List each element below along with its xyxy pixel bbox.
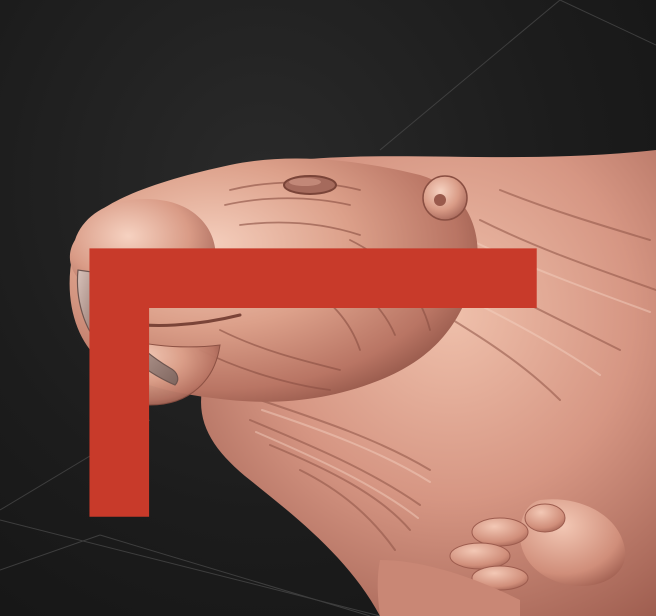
sculpt-viewport[interactable] [0, 0, 656, 616]
viewport-corner-marker-icon [89, 248, 537, 517]
